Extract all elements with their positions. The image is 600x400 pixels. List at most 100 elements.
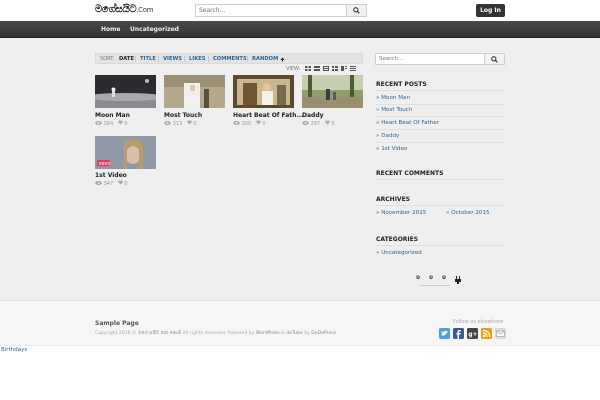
recent-posts-title: RECENT POSTS <box>376 81 427 88</box>
sort-title[interactable]: TITLE <box>140 56 156 62</box>
video-title[interactable]: Most Touch <box>164 112 202 119</box>
header-search <box>195 4 367 17</box>
email-icon[interactable] <box>495 328 506 339</box>
page-bottom <box>0 354 600 400</box>
widget-divider <box>375 179 505 180</box>
heart-icon <box>117 180 123 185</box>
author-link[interactable]: DeDePress <box>311 331 336 336</box>
grid-large-icon[interactable] <box>323 66 329 71</box>
category-link[interactable]: » Uncategorized <box>376 250 422 256</box>
theme-link[interactable]: deTube <box>286 331 303 336</box>
search-icon <box>491 55 498 63</box>
sort-divider <box>247 56 248 62</box>
archive-link[interactable]: » October 2015 <box>446 210 490 216</box>
video-title[interactable]: Moon Man <box>95 112 130 119</box>
archives-title: ARCHIVES <box>376 196 410 203</box>
google-plus-icon[interactable]: g+ <box>467 328 478 339</box>
wordpress-link[interactable]: WordPress <box>256 331 280 336</box>
list-small-icon[interactable] <box>332 66 338 71</box>
like-count: 0 <box>193 121 197 127</box>
like-count: 0 <box>331 121 335 127</box>
birthdays-link[interactable]: Birthdays <box>0 346 600 354</box>
shuffle-icon[interactable] <box>280 57 285 62</box>
sidebar-search-input[interactable] <box>376 54 481 64</box>
sort-divider <box>184 56 185 62</box>
sidebar-search <box>375 53 505 65</box>
nav-item-home[interactable]: Home <box>101 21 120 38</box>
site-logo[interactable]: මගේසයිට.Com <box>95 4 154 15</box>
video-title[interactable]: Daddy <box>302 112 324 119</box>
heart-icon <box>324 120 330 125</box>
eye-icon <box>164 121 171 125</box>
archive-link[interactable]: » November 2015 <box>376 210 426 216</box>
eye-icon <box>95 121 102 125</box>
svg-text:vevo: vevo <box>99 161 111 167</box>
widget-divider <box>375 116 505 117</box>
sort-divider <box>135 56 136 62</box>
footer-sample-page-link[interactable]: Sample Page <box>95 320 139 327</box>
like-count: 0 <box>124 121 128 127</box>
copyright-site-link[interactable]: මගේ සයිට dot කොම් <box>138 331 181 336</box>
sort-label: SORT: <box>100 56 115 62</box>
grid-small-icon[interactable] <box>305 66 311 71</box>
recent-post-link[interactable]: » Daddy <box>376 133 399 139</box>
recent-post-link[interactable]: » 1st Video <box>376 146 407 152</box>
sort-likes[interactable]: LIKES <box>189 56 206 62</box>
video-thumbnail[interactable]: vevo <box>95 136 156 169</box>
follow-label: Follow us elsewhere <box>453 319 504 325</box>
video-title[interactable]: 1st Video <box>95 172 127 179</box>
widget-divider <box>375 129 505 130</box>
video-stats: 347 0 <box>95 180 128 187</box>
pager-rule <box>420 285 450 286</box>
list-large-icon[interactable] <box>350 66 356 71</box>
recent-post-link[interactable]: » Moon Man <box>376 95 410 101</box>
site-footer: Sample Page Copyright 2016 © මගේ සයිට do… <box>0 300 600 345</box>
video-stats: 384 0 <box>95 120 128 127</box>
video-stats: 313 0 <box>164 120 197 127</box>
plug-icon[interactable] <box>455 276 461 284</box>
recent-post-link[interactable]: » Most Touch <box>376 107 412 113</box>
widget-divider <box>375 90 505 91</box>
recent-post-link[interactable]: » Heart Beat Of Father <box>376 120 439 126</box>
video-title[interactable]: Heart Beat Of Fath... <box>233 112 303 119</box>
mini-pager: ʋ ʋ ʋ <box>414 272 466 292</box>
sort-comments[interactable]: COMMENTS <box>213 56 247 62</box>
pager-dot[interactable]: ʋ <box>416 274 420 281</box>
top-bar: මගේසයිට.Com Log In <box>0 0 600 21</box>
view-count: 297 <box>310 121 321 127</box>
heart-icon <box>255 120 261 125</box>
copyright-text: Copyright 2016 © මගේ සයිට dot කොම් All r… <box>95 331 337 336</box>
rss-icon[interactable] <box>481 328 492 339</box>
main-nav: Home Uncategorized <box>0 21 600 38</box>
pager-dot[interactable]: ʋ <box>429 274 433 281</box>
twitter-icon[interactable] <box>439 328 450 339</box>
video-thumbnail[interactable] <box>95 75 156 108</box>
header-search-input[interactable] <box>196 5 346 16</box>
nav-item-uncategorized[interactable]: Uncategorized <box>130 21 179 38</box>
logo-suffix: .Com <box>136 6 154 14</box>
sort-date[interactable]: DATE <box>119 56 134 62</box>
video-thumbnail[interactable] <box>233 75 294 108</box>
list-medium-icon[interactable] <box>341 66 347 71</box>
grid-medium-icon[interactable] <box>314 66 320 71</box>
heart-icon <box>117 120 123 125</box>
video-stats: 300 0 <box>233 120 266 127</box>
login-button[interactable]: Log In <box>476 4 505 17</box>
sort-divider <box>208 56 209 62</box>
header-search-button[interactable] <box>346 5 366 16</box>
video-thumbnail[interactable] <box>302 75 363 108</box>
widget-divider <box>375 104 505 105</box>
sort-views[interactable]: VIEWS <box>163 56 182 62</box>
categories-title: CATEGORIES <box>376 236 419 243</box>
like-count: 0 <box>124 181 128 187</box>
like-count: 0 <box>262 121 266 127</box>
sort-random[interactable]: RANDOM <box>252 56 278 62</box>
sidebar-search-button[interactable] <box>484 54 504 64</box>
facebook-icon[interactable] <box>453 328 464 339</box>
eye-icon <box>302 121 309 125</box>
sort-divider <box>158 56 159 62</box>
video-thumbnail[interactable] <box>164 75 225 108</box>
sort-bar: SORT: DATE TITLE VIEWS LIKES COMMENTS RA… <box>95 53 363 64</box>
pager-dot[interactable]: ʋ <box>442 274 446 281</box>
video-stats: 297 0 <box>302 120 335 127</box>
